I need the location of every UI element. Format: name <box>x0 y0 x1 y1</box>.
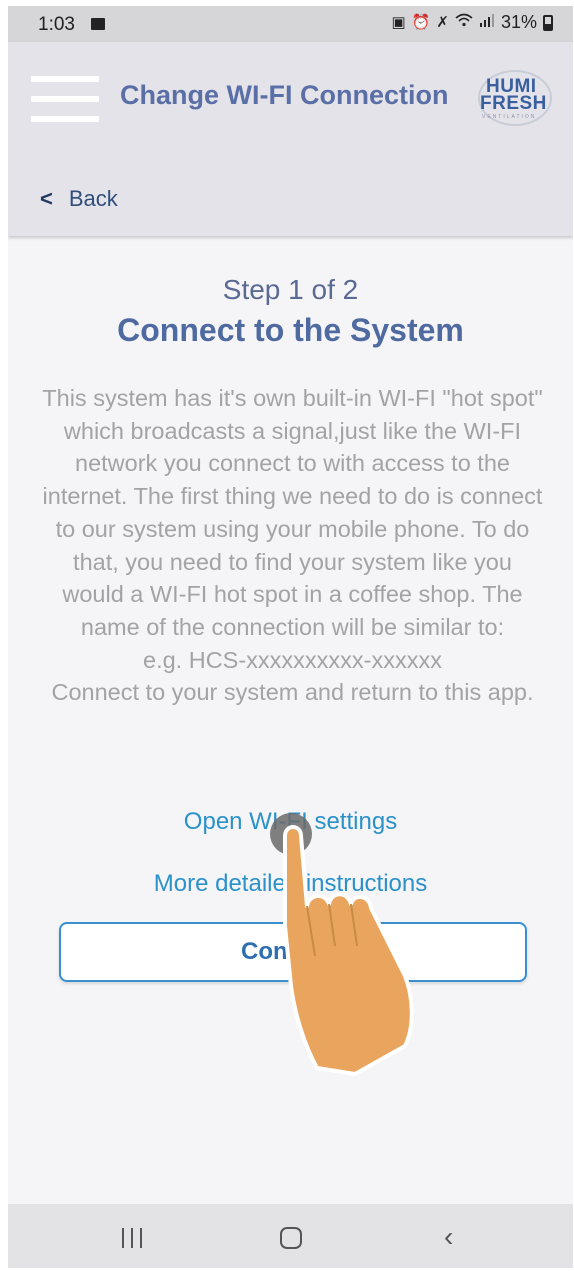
page-title: Change WI-FI Connection <box>120 80 449 110</box>
wifi-icon <box>455 13 473 33</box>
back-label: Back <box>68 186 118 211</box>
image-icon <box>91 18 105 30</box>
instructions-paragraph: This system has it's own built-in WI-FI … <box>42 385 543 640</box>
status-bar: 1:03 ▣ ⏰ ✗ 31% <box>8 6 573 42</box>
back-button[interactable]: < Back <box>40 186 118 212</box>
step-indicator: Step 1 of 2 <box>222 274 359 305</box>
battery-percent: 31% <box>500 12 537 32</box>
humifresh-logo: HUMI FRESH VENTILATION <box>472 68 558 128</box>
status-time: 1:03 <box>38 14 75 35</box>
home-icon[interactable] <box>280 1227 302 1249</box>
lock-icon: ▣ <box>391 13 406 31</box>
status-icons: ▣ ⏰ ✗ 31% <box>392 12 553 33</box>
battery-icon <box>543 14 553 31</box>
hotspot-example: e.g. HCS-xxxxxxxxxx-xxxxxx <box>143 646 442 673</box>
menu-icon[interactable] <box>31 76 99 122</box>
tap-hand-icon <box>270 813 414 1076</box>
instructions-text: This system has it's own built-in WI-FI … <box>40 382 545 709</box>
return-instruction: Connect to your system and return to thi… <box>51 679 534 706</box>
step-title: Connect to the System <box>117 312 464 348</box>
alarm-icon: ⏰ <box>411 13 431 31</box>
app-header: Change WI-FI Connection HUMI FRESH VENTI… <box>8 42 573 236</box>
phone-screen: 1:03 ▣ ⏰ ✗ 31% Change WI-FI Connection H… <box>0 0 574 1271</box>
app-frame: 1:03 ▣ ⏰ ✗ 31% Change WI-FI Connection H… <box>8 6 573 1268</box>
system-nav-bar: ‹ <box>8 1204 573 1268</box>
recent-apps-icon[interactable] <box>122 1228 144 1248</box>
back-icon[interactable]: ‹ <box>444 1223 453 1251</box>
chevron-left-icon: < <box>40 186 53 211</box>
signal-icon <box>479 13 495 33</box>
mute-icon: ✗ <box>436 13 449 31</box>
